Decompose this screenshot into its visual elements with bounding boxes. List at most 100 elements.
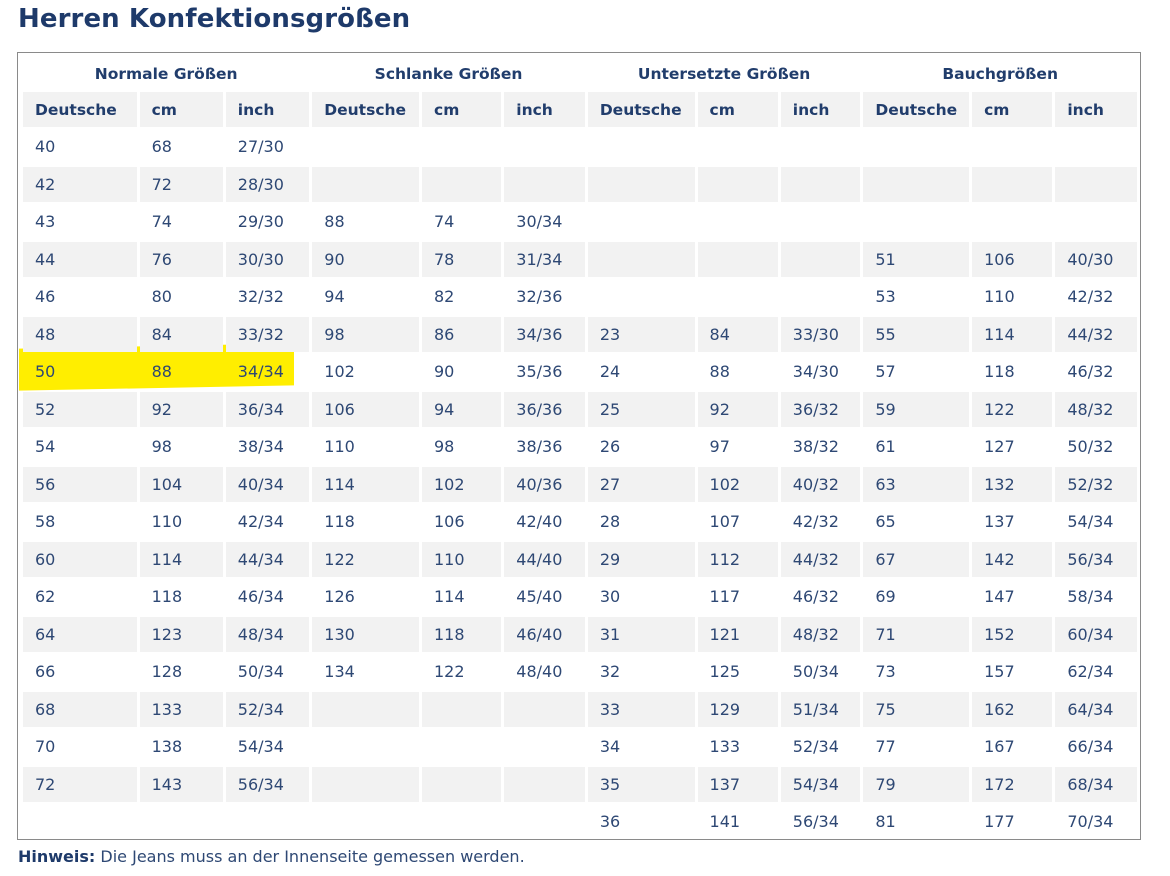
- cell-value: 74: [151, 212, 172, 232]
- table-cell: 36/34: [225, 391, 310, 427]
- cell-value: 40/30: [1067, 249, 1114, 269]
- cell-value: 94: [324, 287, 345, 307]
- table-cell: 172: [972, 766, 1053, 802]
- table-row: 62 118 46/34 126 114 45/40 30 117 46/32 69 147 58/3…: [23, 579, 1137, 615]
- table-cell: 88: [698, 354, 778, 390]
- cell-value: 48/34: [237, 624, 284, 644]
- table-cell: 46/40: [504, 616, 585, 652]
- cell-value: 34/34: [237, 362, 284, 382]
- table-cell: 84: [139, 316, 223, 352]
- table-cell: [312, 766, 419, 802]
- table-cell: 123: [139, 616, 223, 652]
- table-cell: 68: [140, 129, 223, 165]
- table-cell: 30/30: [225, 241, 310, 277]
- table-cell: [588, 129, 695, 165]
- cell-value: 177: [984, 812, 1015, 832]
- cell-value: 70: [35, 737, 56, 757]
- cell-value: 152: [984, 624, 1015, 644]
- cell-value: 38/32: [792, 437, 839, 457]
- cell-value: 94: [434, 399, 455, 419]
- cell-value: 51: [875, 249, 896, 269]
- table-cell: 52/32: [1055, 466, 1137, 502]
- table-cell: 48: [23, 316, 137, 352]
- cell-value: 31/34: [516, 249, 563, 269]
- table-cell: [422, 691, 502, 727]
- cell-value: 98: [151, 437, 172, 457]
- table-cell: [422, 766, 502, 802]
- table-cell: 82: [422, 279, 501, 315]
- cell-value: 118: [324, 512, 355, 532]
- table-cell: 30: [588, 579, 695, 615]
- cell-value: 62: [35, 587, 56, 607]
- column-header: inch: [504, 92, 585, 127]
- table-cell: 36/32: [780, 391, 861, 427]
- cell-value: 38/34: [237, 437, 284, 457]
- cell-value: 40: [35, 137, 56, 157]
- table-cell: [781, 204, 861, 240]
- table-cell: [588, 204, 695, 240]
- table-cell: 167: [972, 729, 1052, 765]
- table-cell: [504, 729, 585, 765]
- cell-value: 46/34: [237, 587, 284, 607]
- cell-value: 43: [35, 212, 56, 232]
- cell-value: 44: [35, 249, 56, 269]
- cell-value: 102: [709, 474, 741, 494]
- cell-value: 77: [875, 737, 896, 757]
- table-cell: 76: [139, 241, 223, 277]
- cell-value: 172: [984, 774, 1015, 794]
- table-cell: 121: [697, 616, 778, 652]
- table-cell: 32/36: [504, 279, 585, 315]
- table-cell: 88: [312, 204, 419, 240]
- table-row: 44 76 30/30 90 78 31/34 51 106 40/30: [23, 241, 1137, 277]
- cell-value: 102: [434, 474, 465, 494]
- table-cell: [504, 166, 585, 202]
- table-cell: 88: [140, 354, 223, 390]
- table-cell: 74: [422, 204, 501, 240]
- cell-value: 88: [151, 362, 172, 382]
- cell-value: 106: [984, 249, 1015, 269]
- table-cell: 33: [587, 691, 695, 727]
- table-cell: [698, 204, 778, 240]
- table-cell: 54/34: [1055, 504, 1137, 540]
- table-cell: 44/40: [504, 541, 585, 577]
- cell-value: 27: [599, 474, 621, 494]
- cell-value: 69: [875, 587, 896, 607]
- cell-value: 44/40: [516, 549, 563, 569]
- cell-value: 76: [151, 249, 172, 269]
- table-cell: 102: [697, 466, 778, 502]
- table-cell: 34: [588, 729, 695, 765]
- cell-value: 98: [324, 324, 345, 344]
- table-cell: 114: [972, 316, 1053, 352]
- table-cell: 162: [972, 691, 1053, 727]
- table-cell: 48/40: [504, 654, 585, 690]
- table-cell: [1055, 204, 1137, 240]
- cell-value: 129: [709, 699, 741, 719]
- table-cell: 72: [23, 766, 137, 802]
- table-cell: [422, 166, 502, 202]
- table-cell: 77: [863, 729, 969, 765]
- cell-value: 31: [599, 624, 621, 644]
- table-cell: 114: [312, 466, 419, 502]
- table-cell: 38/34: [226, 429, 309, 465]
- table-cell: 40/32: [780, 466, 861, 502]
- table-row: 64 123 48/34 130 118 46/40 31 121 48/32 71 152 60/3…: [23, 616, 1137, 652]
- cell-value: 26: [599, 437, 621, 457]
- cell-value: 106: [324, 399, 355, 419]
- table-row: 68 133 52/34 33 129 51/34 75 162 64/34: [23, 691, 1137, 727]
- cell-value: 35: [599, 774, 621, 794]
- table-cell: 114: [422, 579, 501, 615]
- table-cell: 133: [139, 691, 223, 727]
- cell-value: 48/40: [516, 662, 563, 682]
- table-cell: 110: [312, 429, 419, 465]
- cell-value: 68: [151, 137, 172, 157]
- table-row: 72 143 56/34 35 137 54/34 79 172 68/34: [23, 766, 1137, 802]
- cell-value: 32: [599, 662, 621, 682]
- table-cell: [972, 204, 1052, 240]
- table-cell: 32: [588, 654, 695, 690]
- cell-value: 137: [984, 512, 1015, 532]
- table-cell: 65: [863, 504, 969, 540]
- table-cell: 70: [23, 729, 137, 765]
- cell-value: 118: [151, 587, 183, 607]
- table-cell: [863, 204, 969, 240]
- table-cell: 106: [972, 241, 1053, 277]
